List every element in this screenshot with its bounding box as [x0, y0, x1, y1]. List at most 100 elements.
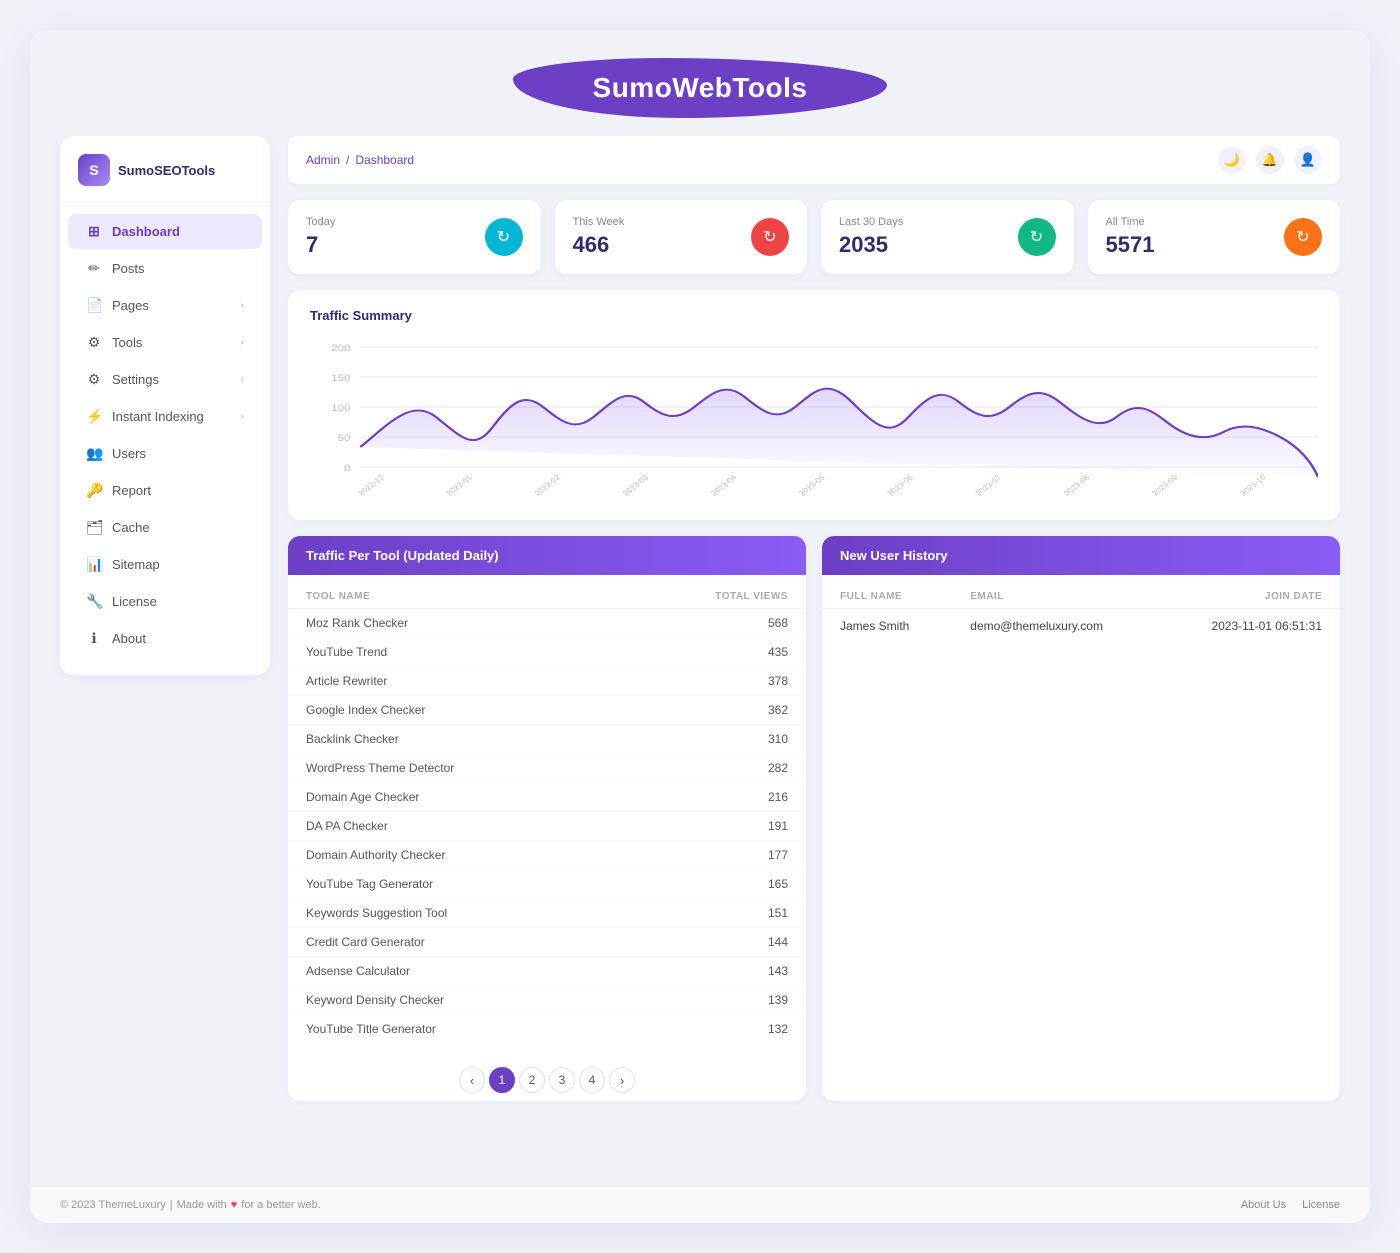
settings-icon: ⚙ — [86, 371, 102, 388]
table-row: Domain Age Checker216 — [288, 783, 806, 812]
tool-views: 310 — [698, 732, 788, 746]
sidebar-label-posts: Posts — [112, 261, 145, 276]
main-content: Admin / Dashboard 🌙 🔔 👤 Today 7 ↻ — [288, 136, 1340, 1156]
sidebar-label-sitemap: Sitemap — [112, 557, 160, 572]
chart-area: 200 150 100 50 0 — [310, 337, 1318, 502]
stat-card-today-value: 7 — [306, 232, 335, 258]
stat-card-alltime-label: All Time — [1106, 216, 1155, 228]
pagination-page-1[interactable]: 1 — [489, 1067, 515, 1093]
user-history-inner: FULL NAME EMAIL JOIN DATE James Smithdem… — [822, 575, 1340, 653]
col-header-date: JOIN DATE — [1166, 591, 1322, 602]
sidebar-item-instant-indexing[interactable]: ⚡ Instant Indexing › — [68, 399, 262, 434]
breadcrumb-admin: Admin — [306, 153, 340, 167]
footer-separator: | — [170, 1199, 173, 1211]
user-history-rows: James Smithdemo@themeluxury.com2023-11-0… — [822, 609, 1340, 643]
app-container: SumoWebTools S SumoSEOTools ⊞ Dashboard … — [30, 30, 1370, 1223]
tool-name: Domain Authority Checker — [306, 848, 698, 862]
app-shell: S SumoSEOTools ⊞ Dashboard ✏ Posts 📄 Pag… — [30, 136, 1370, 1186]
sidebar-logo: S SumoSEOTools — [60, 154, 270, 203]
stat-card-today-label: Today — [306, 216, 335, 228]
sitemap-icon: 📊 — [86, 556, 102, 573]
tool-name: Article Rewriter — [306, 674, 698, 688]
license-icon: 🔧 — [86, 593, 102, 610]
sidebar: S SumoSEOTools ⊞ Dashboard ✏ Posts 📄 Pag… — [60, 136, 270, 675]
stat-card-week: This Week 466 ↻ — [555, 200, 808, 274]
user-email: demo@themeluxury.com — [970, 619, 1165, 633]
sidebar-logo-icon: S — [78, 154, 110, 186]
tool-name: Moz Rank Checker — [306, 616, 698, 630]
user-account-button[interactable]: 👤 — [1294, 146, 1322, 174]
tool-views: 216 — [698, 790, 788, 804]
sidebar-label-users: Users — [112, 446, 146, 461]
banner: SumoWebTools — [30, 30, 1370, 136]
col-header-tool: TOOL NAME — [306, 591, 698, 602]
traffic-table-header: Traffic Per Tool (Updated Daily) — [288, 536, 806, 575]
pagination-page-3[interactable]: 3 — [549, 1067, 575, 1093]
tools-icon: ⚙ — [86, 334, 102, 351]
stat-card-30days-icon: ↻ — [1018, 218, 1056, 256]
tool-views: 143 — [698, 964, 788, 978]
user-history-header: New User History — [822, 536, 1340, 575]
sidebar-item-sitemap[interactable]: 📊 Sitemap — [68, 547, 262, 582]
pages-chevron-icon: › — [241, 300, 244, 311]
tool-name: YouTube Tag Generator — [306, 877, 698, 891]
tool-views: 144 — [698, 935, 788, 949]
footer-copyright: © 2023 ThemeLuxury — [60, 1199, 166, 1211]
user-history-card: New User History FULL NAME EMAIL JOIN DA… — [822, 536, 1340, 1101]
traffic-table-rows: Moz Rank Checker568YouTube Trend435Artic… — [288, 609, 806, 1043]
posts-icon: ✏ — [86, 260, 102, 277]
footer-license-link[interactable]: License — [1302, 1199, 1340, 1211]
sidebar-item-settings[interactable]: ⚙ Settings › — [68, 362, 262, 397]
table-row: YouTube Trend435 — [288, 638, 806, 667]
report-icon: 🔑 — [86, 482, 102, 499]
stat-card-alltime: All Time 5571 ↻ — [1088, 200, 1341, 274]
tool-name: Google Index Checker — [306, 703, 698, 717]
sidebar-item-report[interactable]: 🔑 Report — [68, 473, 262, 508]
sidebar-item-about[interactable]: ℹ About — [68, 621, 262, 656]
stat-card-week-icon: ↻ — [751, 218, 789, 256]
banner-title: SumoWebTools — [593, 72, 808, 104]
tool-views: 139 — [698, 993, 788, 1007]
svg-text:100: 100 — [331, 404, 350, 414]
tool-name: Adsense Calculator — [306, 964, 698, 978]
pagination-page-2[interactable]: 2 — [519, 1067, 545, 1093]
table-row: Credit Card Generator144 — [288, 928, 806, 957]
table-row: Domain Authority Checker177 — [288, 841, 806, 870]
tools-chevron-icon: › — [241, 337, 244, 348]
sidebar-item-users[interactable]: 👥 Users — [68, 436, 262, 471]
sidebar-item-tools[interactable]: ⚙ Tools › — [68, 325, 262, 360]
traffic-table-col-headers: TOOL NAME TOTAL VIEWS — [288, 585, 806, 609]
sidebar-item-dashboard[interactable]: ⊞ Dashboard — [68, 214, 262, 249]
svg-text:2023-09: 2023-09 — [1150, 473, 1180, 497]
sidebar-item-pages[interactable]: 📄 Pages › — [68, 288, 262, 323]
breadcrumb-separator: / — [346, 153, 349, 167]
sidebar-item-posts[interactable]: ✏ Posts — [68, 251, 262, 286]
svg-text:2023-10: 2023-10 — [1238, 473, 1268, 497]
pagination: ‹ 1 2 3 4 › — [288, 1053, 806, 1101]
col-header-views: TOTAL VIEWS — [698, 591, 788, 602]
sidebar-item-license[interactable]: 🔧 License — [68, 584, 262, 619]
svg-text:2023-05: 2023-05 — [797, 473, 827, 497]
table-row: Google Index Checker362 — [288, 696, 806, 725]
tool-views: 191 — [698, 819, 788, 833]
footer-about-us-link[interactable]: About Us — [1241, 1199, 1286, 1211]
sidebar-label-about: About — [112, 631, 146, 646]
notifications-button[interactable]: 🔔 — [1256, 146, 1284, 174]
topbar-icons: 🌙 🔔 👤 — [1218, 146, 1322, 174]
tool-name: DA PA Checker — [306, 819, 698, 833]
user-col-headers: FULL NAME EMAIL JOIN DATE — [822, 585, 1340, 609]
bottom-row: Traffic Per Tool (Updated Daily) TOOL NA… — [288, 536, 1340, 1101]
pagination-next[interactable]: › — [609, 1067, 635, 1093]
footer-heart-icon: ♥ — [231, 1199, 238, 1211]
pagination-page-4[interactable]: 4 — [579, 1067, 605, 1093]
pagination-prev[interactable]: ‹ — [459, 1067, 485, 1093]
chart-title: Traffic Summary — [310, 308, 1318, 323]
sidebar-label-dashboard: Dashboard — [112, 224, 180, 239]
dark-mode-button[interactable]: 🌙 — [1218, 146, 1246, 174]
settings-chevron-icon: › — [241, 374, 244, 385]
stat-card-today: Today 7 ↻ — [288, 200, 541, 274]
tool-views: 282 — [698, 761, 788, 775]
sidebar-item-cache[interactable]: 🗂 Cache — [68, 510, 262, 545]
sidebar-label-pages: Pages — [112, 298, 149, 313]
tool-views: 151 — [698, 906, 788, 920]
